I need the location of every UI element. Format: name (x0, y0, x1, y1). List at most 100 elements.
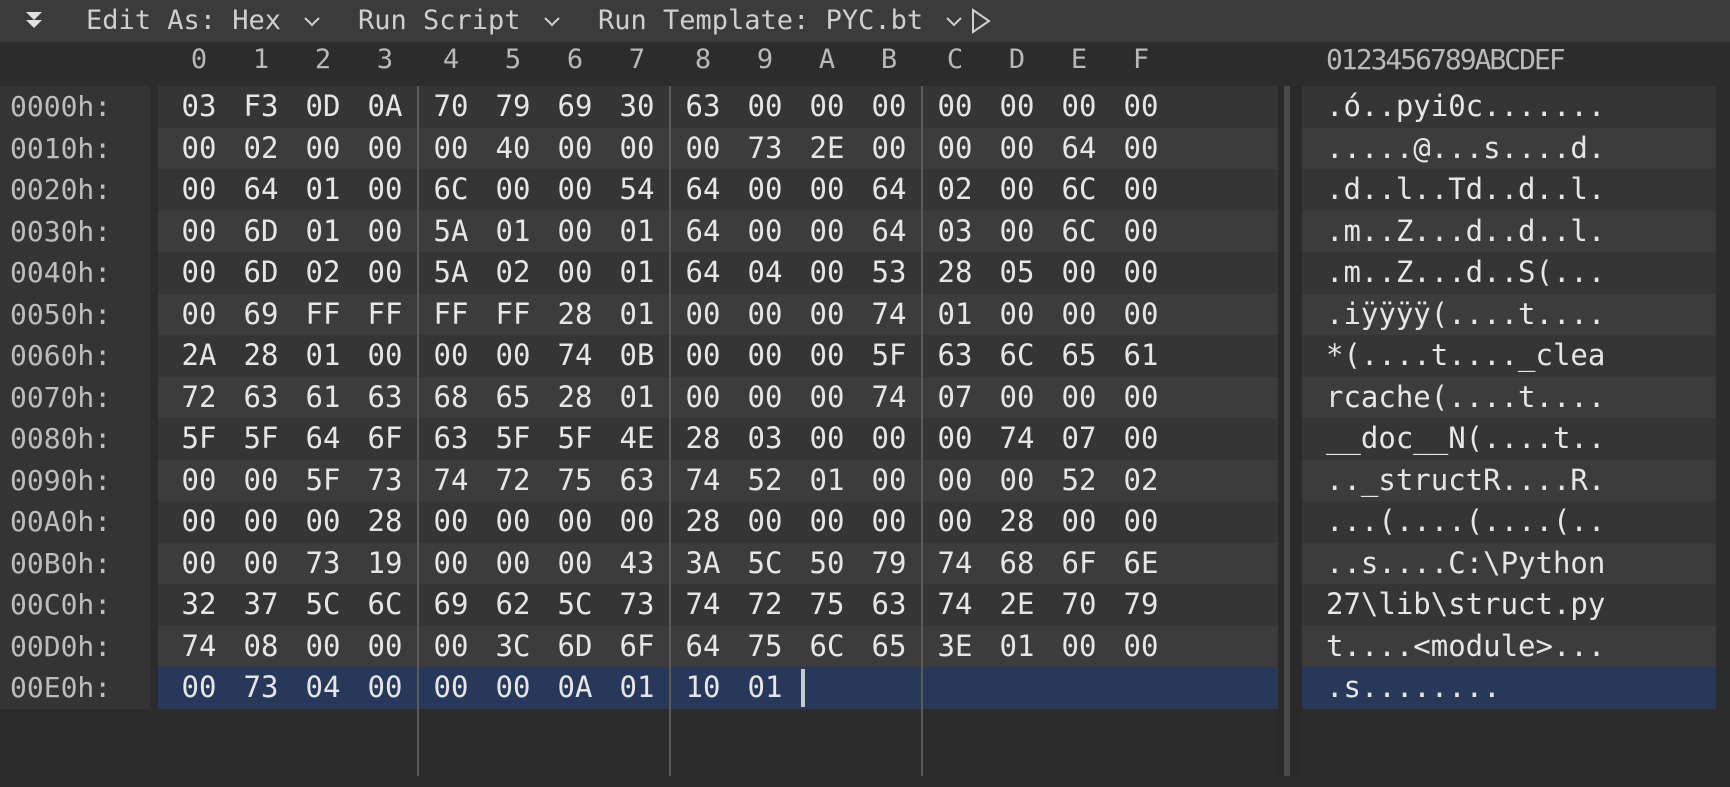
hex-byte[interactable]: 00 (737, 86, 793, 128)
hex-byte[interactable]: 6C (423, 169, 479, 211)
ascii-text[interactable]: .m..Z...d..S(... (1326, 252, 1605, 294)
hex-byte[interactable]: 00 (989, 377, 1045, 419)
hex-byte[interactable]: 32 (171, 584, 227, 626)
hex-byte[interactable]: 00 (799, 377, 855, 419)
hex-byte[interactable]: 65 (485, 377, 541, 419)
hex-byte[interactable]: 68 (423, 377, 479, 419)
hex-byte[interactable]: 6D (233, 252, 289, 294)
hex-byte[interactable]: 40 (485, 128, 541, 170)
hex-byte[interactable]: 07 (927, 377, 983, 419)
hex-byte[interactable]: 00 (989, 86, 1045, 128)
hex-byte[interactable]: 00 (547, 169, 603, 211)
hex-byte[interactable]: 00 (357, 335, 413, 377)
hex-byte[interactable]: 00 (357, 252, 413, 294)
hex-byte[interactable]: 74 (675, 584, 731, 626)
hex-byte[interactable]: 63 (609, 460, 665, 502)
hex-byte[interactable]: 01 (295, 211, 351, 253)
hex-byte[interactable]: 00 (171, 211, 227, 253)
hex-byte[interactable]: 52 (1051, 460, 1107, 502)
hex-byte[interactable]: 01 (609, 294, 665, 336)
hex-byte[interactable]: 00 (1051, 252, 1107, 294)
hex-byte[interactable]: 0D (295, 86, 351, 128)
hex-byte[interactable]: 69 (233, 294, 289, 336)
hex-byte[interactable]: 00 (861, 418, 917, 460)
hex-byte[interactable]: FF (295, 294, 351, 336)
ascii-text[interactable]: .._structR....R. (1326, 460, 1605, 502)
hex-byte[interactable]: 02 (1113, 460, 1169, 502)
hex-byte[interactable]: 00 (1113, 294, 1169, 336)
hex-byte[interactable]: 01 (295, 335, 351, 377)
hex-byte[interactable]: 01 (989, 626, 1045, 668)
hex-byte[interactable]: 3E (927, 626, 983, 668)
ascii-text[interactable]: __doc__N(....t.. (1326, 418, 1605, 460)
hex-byte[interactable]: 00 (927, 501, 983, 543)
hex-byte[interactable]: 74 (861, 377, 917, 419)
hex-byte[interactable]: 00 (1051, 294, 1107, 336)
pane-splitter[interactable] (1278, 86, 1302, 776)
hex-byte[interactable]: 0A (357, 86, 413, 128)
hex-byte[interactable]: 00 (485, 335, 541, 377)
hex-byte[interactable]: 00 (295, 501, 351, 543)
run-play-icon[interactable] (970, 8, 992, 34)
hex-byte[interactable]: 72 (485, 460, 541, 502)
ascii-text[interactable]: .d..l..Td..d..l. (1326, 169, 1605, 211)
hex-byte[interactable]: 65 (861, 626, 917, 668)
hex-byte[interactable]: 00 (927, 418, 983, 460)
hex-byte[interactable]: 73 (357, 460, 413, 502)
hex-byte[interactable]: 74 (989, 418, 1045, 460)
hex-byte[interactable]: 74 (861, 294, 917, 336)
hex-byte[interactable]: 00 (423, 626, 479, 668)
hex-byte[interactable]: 5F (547, 418, 603, 460)
hex-byte[interactable]: 01 (737, 667, 793, 709)
hex-byte[interactable]: 01 (799, 460, 855, 502)
hex-byte[interactable]: 01 (927, 294, 983, 336)
hex-byte[interactable]: 08 (233, 626, 289, 668)
edit-as-dropdown[interactable]: Edit As: Hex (86, 6, 321, 36)
hex-byte[interactable]: 00 (423, 335, 479, 377)
collapse-arrows-icon[interactable] (22, 8, 46, 32)
hex-byte[interactable]: 00 (1113, 626, 1169, 668)
hex-byte[interactable]: 00 (357, 626, 413, 668)
hex-byte[interactable]: 00 (737, 294, 793, 336)
hex-byte[interactable]: 03 (737, 418, 793, 460)
hex-byte[interactable]: 00 (171, 169, 227, 211)
hex-byte[interactable]: 19 (357, 543, 413, 585)
hex-byte[interactable]: 00 (799, 335, 855, 377)
hex-byte[interactable]: 72 (737, 584, 793, 626)
hex-byte[interactable]: 75 (547, 460, 603, 502)
hex-byte[interactable]: 00 (609, 501, 665, 543)
hex-byte[interactable]: 00 (1113, 418, 1169, 460)
hex-byte[interactable]: 00 (171, 252, 227, 294)
ascii-text[interactable]: *(....t...._clea (1326, 335, 1605, 377)
hex-byte[interactable]: 65 (1051, 335, 1107, 377)
hex-byte[interactable]: 00 (989, 128, 1045, 170)
hex-byte[interactable]: 01 (485, 211, 541, 253)
hex-byte[interactable]: 00 (171, 128, 227, 170)
hex-byte[interactable]: 74 (927, 584, 983, 626)
hex-byte[interactable]: 28 (675, 418, 731, 460)
hex-byte[interactable]: 00 (171, 294, 227, 336)
hex-byte[interactable]: 6C (989, 335, 1045, 377)
hex-byte[interactable]: 5F (861, 335, 917, 377)
hex-byte[interactable]: FF (357, 294, 413, 336)
hex-byte[interactable]: 00 (799, 86, 855, 128)
hex-byte[interactable]: 00 (171, 501, 227, 543)
hex-byte[interactable]: FF (423, 294, 479, 336)
hex-byte[interactable]: 53 (861, 252, 917, 294)
hex-byte[interactable]: 00 (485, 667, 541, 709)
hex-byte[interactable]: 00 (233, 501, 289, 543)
hex-byte[interactable]: 00 (295, 626, 351, 668)
hex-byte[interactable]: 00 (989, 460, 1045, 502)
hex-byte[interactable]: 28 (675, 501, 731, 543)
hex-byte[interactable]: 00 (485, 501, 541, 543)
hex-byte[interactable]: 00 (675, 294, 731, 336)
hex-byte[interactable]: 63 (357, 377, 413, 419)
hex-byte[interactable]: 00 (423, 128, 479, 170)
hex-byte[interactable]: 73 (609, 584, 665, 626)
hex-byte[interactable]: 00 (357, 169, 413, 211)
hex-byte[interactable]: 00 (423, 543, 479, 585)
hex-byte[interactable]: 00 (1113, 377, 1169, 419)
hex-byte[interactable]: 05 (989, 252, 1045, 294)
hex-byte[interactable]: 01 (609, 252, 665, 294)
hex-byte[interactable]: 79 (1113, 584, 1169, 626)
